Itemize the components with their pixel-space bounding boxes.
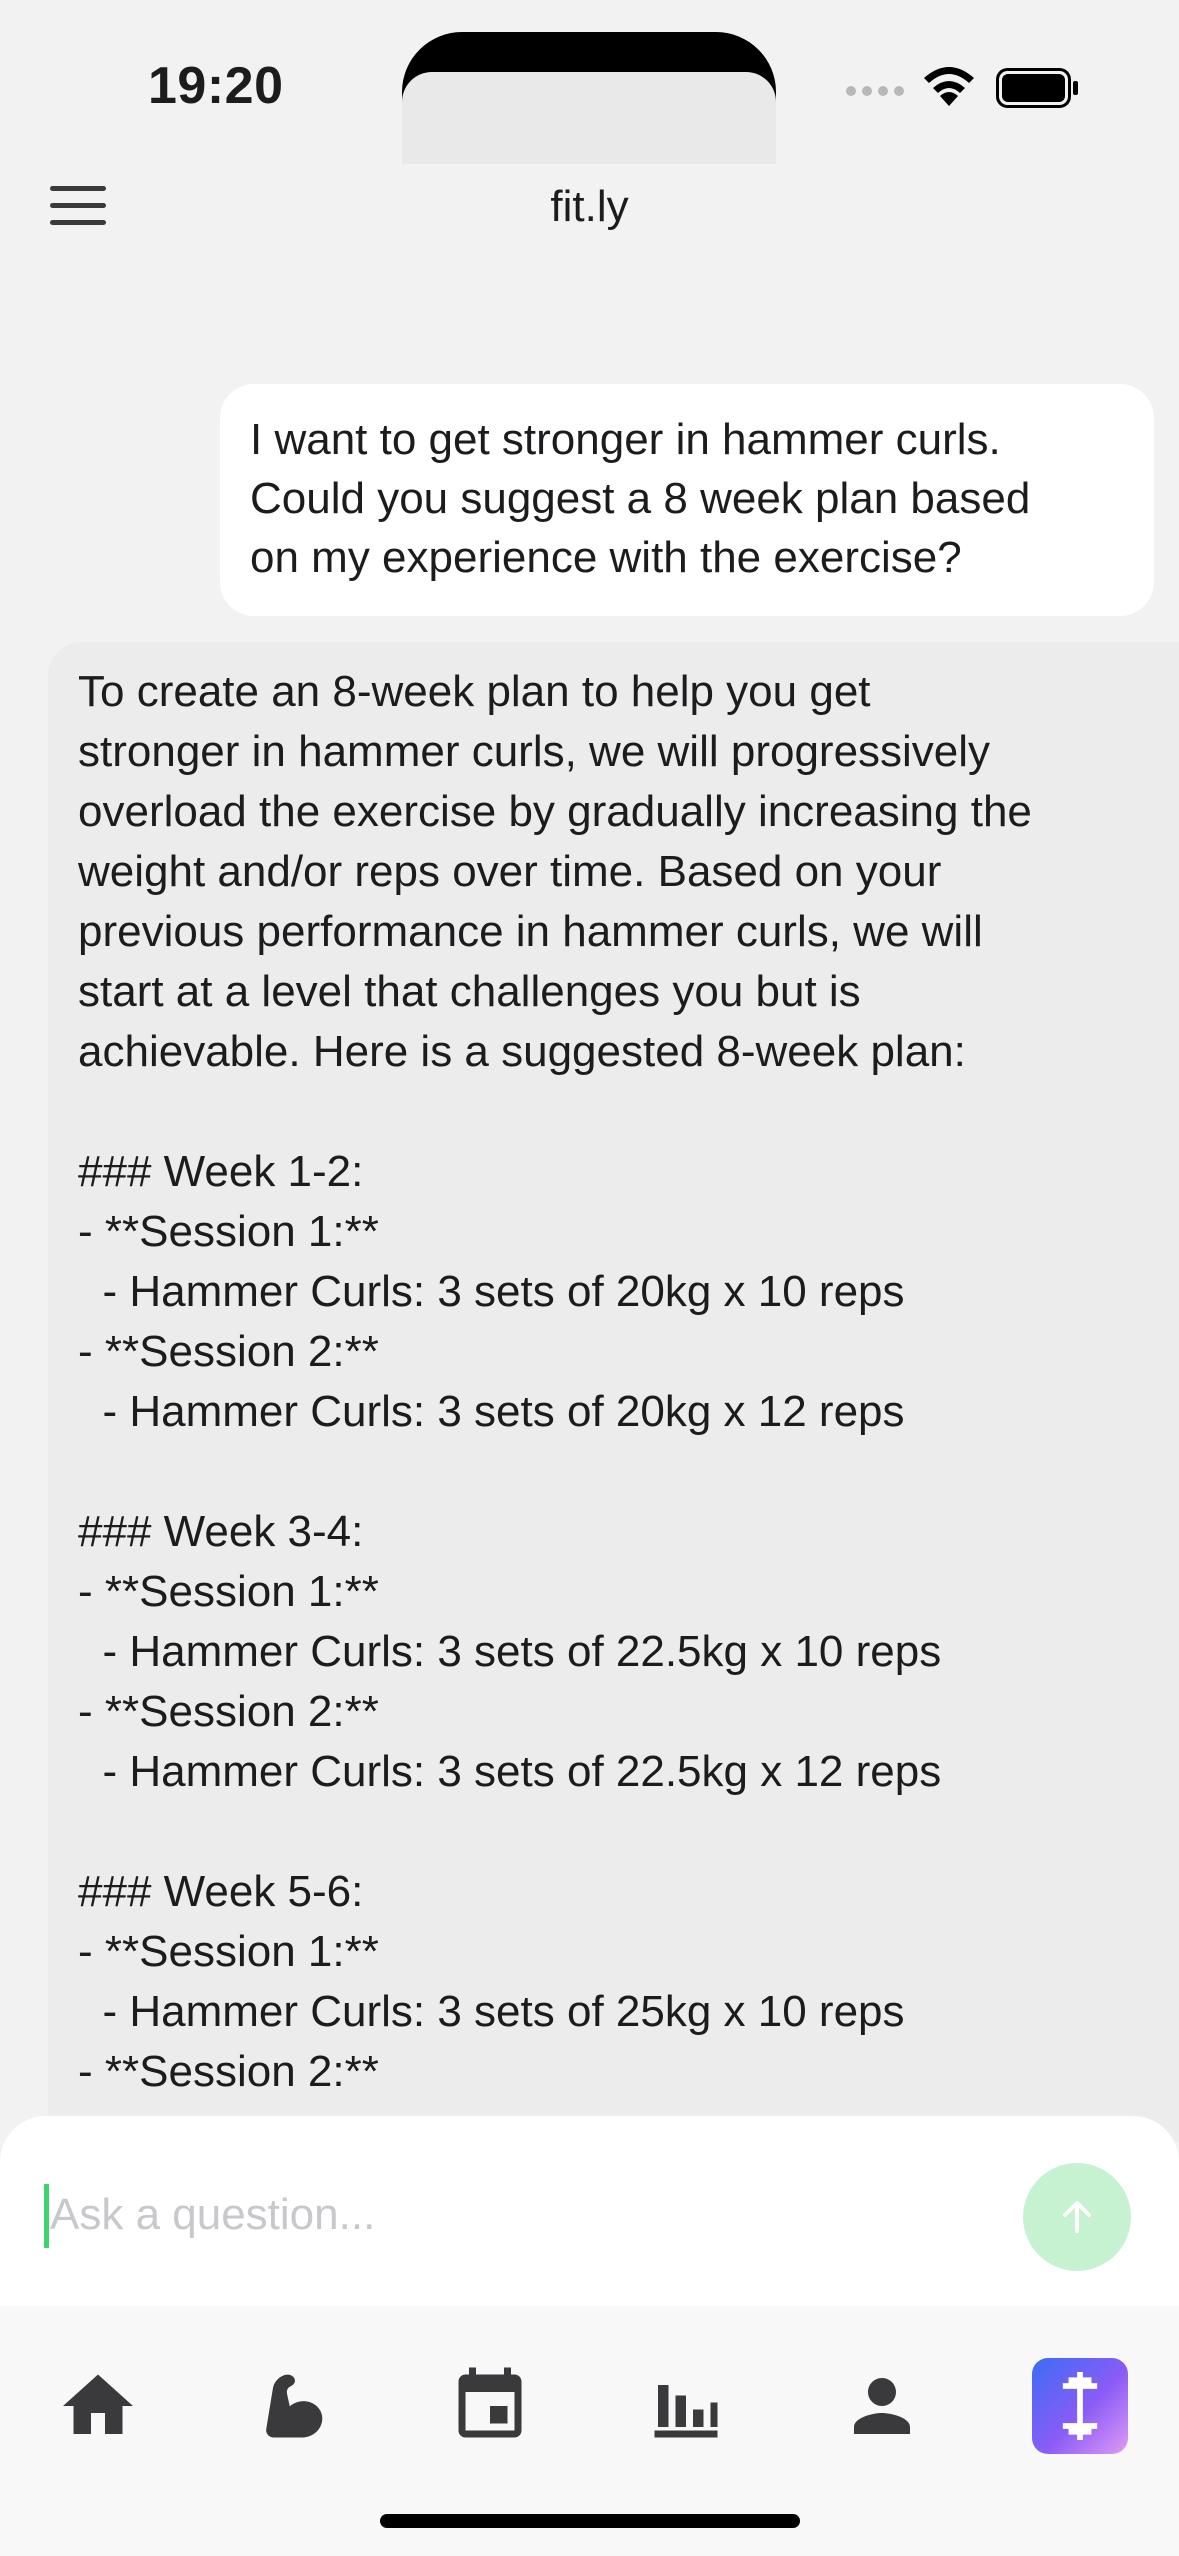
tab-ai-coach[interactable] [1032,2358,1128,2454]
home-indicator [380,2514,800,2528]
app-title: fit.ly [550,182,629,231]
cellular-signal-icon [846,86,904,96]
home-icon [63,2374,133,2434]
ask-question-input[interactable] [50,2180,990,2250]
send-button[interactable] [1023,2163,1131,2271]
tab-profile[interactable] [834,2358,930,2454]
person-icon [854,2378,910,2434]
bar-chart-icon [654,2385,718,2438]
dynamic-island [402,32,776,164]
arrow-up-icon [1063,2201,1091,2233]
dumbbell-icon [1062,2372,1098,2440]
status-time: 19:20 [148,57,284,115]
user-message-bubble: I want to get stronger in hammer curls. … [220,384,1154,616]
battery-icon [996,68,1078,108]
calendar-icon [458,2367,522,2438]
wifi-icon [924,67,974,106]
flexed-arm-icon [266,2374,323,2438]
tab-home[interactable] [50,2358,146,2454]
tab-calendar[interactable] [442,2358,538,2454]
tab-stats[interactable] [638,2358,734,2454]
text-caret [44,2184,49,2248]
tab-workouts[interactable] [246,2358,342,2454]
assistant-message-bubble: To create an 8-week plan to help you get… [48,642,1179,2142]
